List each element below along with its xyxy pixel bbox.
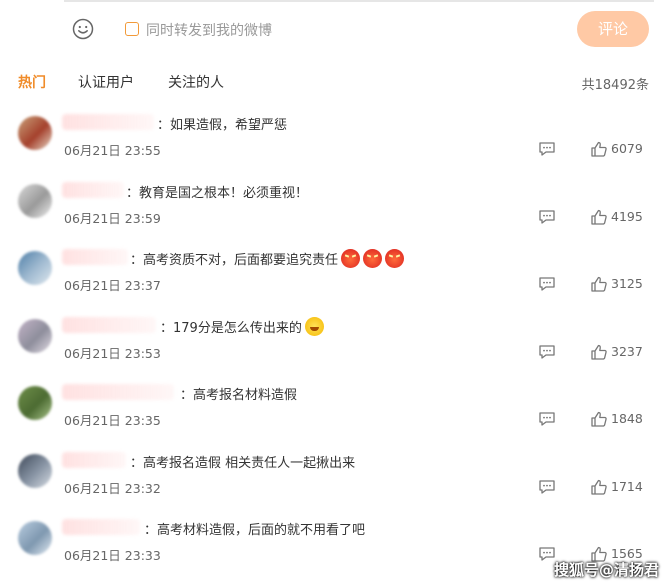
comment-text: ：高考报名材料造假 xyxy=(180,388,298,403)
comment-text-body: ：高考资质不对，后面都要追究责任 xyxy=(130,253,339,268)
comment-submit-button[interactable]: 评论 xyxy=(577,11,649,47)
angry-face-icon xyxy=(341,249,361,268)
reply-icon[interactable] xyxy=(538,141,556,157)
username-blurred[interactable] xyxy=(62,114,154,130)
tab-verified-users[interactable]: 认证用户 xyxy=(78,72,134,92)
avatar[interactable] xyxy=(18,521,52,555)
reply-icon[interactable] xyxy=(538,209,556,225)
comment-text: ：高考材料造假，后面的就不用看了吧 xyxy=(144,523,366,538)
comment-timestamp: 06月21日 23:59 xyxy=(64,210,161,226)
username-blurred[interactable] xyxy=(62,451,126,468)
comment-list: ：如果造假，希望严惩 06月21日 23:55 6079 ：教育是国之根本！必须… xyxy=(0,108,669,581)
username-blurred[interactable] xyxy=(62,249,128,265)
avatar[interactable] xyxy=(18,318,52,353)
comment-timestamp: 06月21日 23:53 xyxy=(64,345,161,361)
total-comment-count: 共18492条 xyxy=(581,78,649,93)
avatar[interactable] xyxy=(18,116,52,150)
thumbs-up-icon[interactable] xyxy=(590,343,608,361)
like-count: 1714 xyxy=(611,478,643,494)
thumbs-up-icon[interactable] xyxy=(590,140,608,158)
username-blurred[interactable] xyxy=(62,316,156,333)
like-count: 3125 xyxy=(611,276,643,291)
comment-tabs: 热门 认证用户 关注的人 共18492条 xyxy=(0,70,669,96)
comment-text: ：179分是怎么传出来的 xyxy=(160,316,324,336)
reply-icon[interactable] xyxy=(538,344,556,360)
angry-face-icon xyxy=(385,249,405,268)
watermark: 搜狐号@清扬君 xyxy=(553,561,659,579)
like-count: 1848 xyxy=(611,411,643,426)
repost-checkbox[interactable] xyxy=(125,22,139,36)
comment-text: ：高考报名造假 相关责任人一起揪出来 xyxy=(130,455,356,471)
avatar[interactable] xyxy=(18,251,52,285)
comment-item: ：179分是怎么传出来的 06月21日 23:53 3237 xyxy=(0,311,669,379)
comment-timestamp: 06月21日 23:37 xyxy=(64,278,161,293)
username-blurred[interactable] xyxy=(62,384,174,400)
comment-item: ：如果造假，希望严惩 06月21日 23:55 6079 xyxy=(0,108,669,176)
tab-hot[interactable]: 热门 xyxy=(18,72,46,92)
reply-icon[interactable] xyxy=(538,276,556,292)
comment-text: ：高考资质不对，后面都要追究责任 xyxy=(130,249,405,268)
tab-following[interactable]: 关注的人 xyxy=(168,72,224,92)
avatar[interactable] xyxy=(18,183,52,218)
laughing-tears-icon xyxy=(304,316,324,336)
comment-timestamp: 06月21日 23:35 xyxy=(64,413,161,428)
comment-text: ：教育是国之根本！必须重视！ xyxy=(126,185,309,201)
thumbs-up-icon[interactable] xyxy=(590,208,608,226)
comment-item: ：高考资质不对，后面都要追究责任 06月21日 23:37 3125 xyxy=(0,243,669,311)
comment-text-body: ：179分是怎么传出来的 xyxy=(160,320,302,336)
comment-item: ：高考报名材料造假 06月21日 23:35 1848 xyxy=(0,378,669,446)
top-divider xyxy=(64,0,654,2)
angry-face-icon xyxy=(363,249,383,268)
smiley-icon[interactable] xyxy=(72,18,94,40)
like-count: 6079 xyxy=(611,141,643,156)
comment-timestamp: 06月21日 23:55 xyxy=(64,143,161,158)
comment-item: ：高考报名造假 相关责任人一起揪出来 06月21日 23:32 1714 xyxy=(0,446,669,514)
reply-icon[interactable] xyxy=(538,411,556,427)
thumbs-up-icon[interactable] xyxy=(590,275,608,293)
comment-timestamp: 06月21日 23:32 xyxy=(64,480,161,496)
reply-icon[interactable] xyxy=(538,479,556,495)
repost-label: 同时转发到我的微博 xyxy=(146,23,272,39)
username-blurred[interactable] xyxy=(62,181,124,198)
like-count: 3237 xyxy=(611,343,643,359)
avatar[interactable] xyxy=(18,386,52,420)
comment-text: ：如果造假，希望严惩 xyxy=(157,118,288,133)
comment-composer: 同时转发到我的微博 评论 xyxy=(0,8,669,52)
like-count: 4195 xyxy=(611,208,643,224)
avatar[interactable] xyxy=(18,453,52,488)
username-blurred[interactable] xyxy=(62,519,140,535)
comment-item: ：教育是国之根本！必须重视！ 06月21日 23:59 4195 xyxy=(0,176,669,244)
thumbs-up-icon[interactable] xyxy=(590,478,608,496)
comment-timestamp: 06月21日 23:33 xyxy=(64,548,161,563)
thumbs-up-icon[interactable] xyxy=(590,410,608,428)
